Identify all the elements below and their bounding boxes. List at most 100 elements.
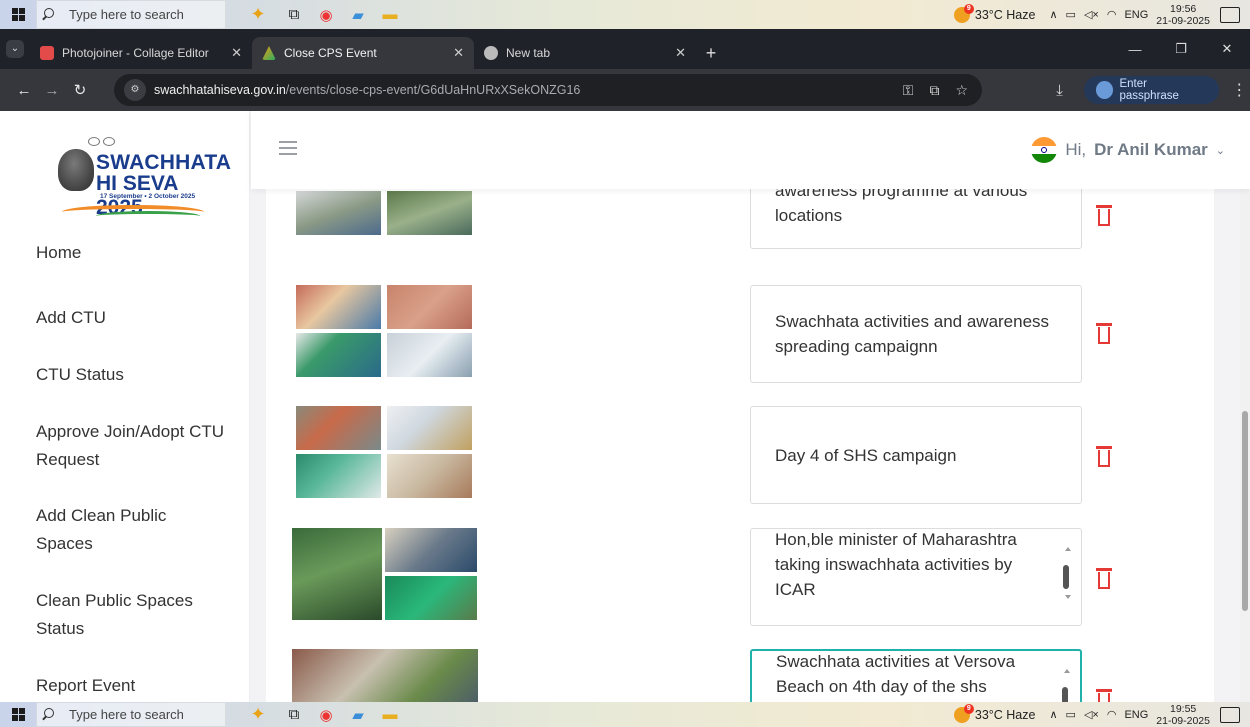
chevron-down-icon: ⌄ [6, 40, 24, 58]
textbox-scrollbar[interactable] [1062, 669, 1072, 702]
photos-taskbar-icon[interactable]: ▰ [342, 702, 374, 727]
language-indicator[interactable]: ENG [1124, 709, 1148, 721]
site-info-icon[interactable]: ⚙ [124, 79, 146, 101]
minimize-icon[interactable]: — [1112, 42, 1158, 57]
hamburger-menu-icon[interactable] [279, 141, 297, 159]
sidebar-item-report-event[interactable]: Report Event [36, 672, 135, 700]
textbox-scrollbar[interactable] [1063, 547, 1073, 607]
system-tray[interactable]: ∧ ▭ ◁× ◠ ENG [1049, 708, 1148, 722]
event-photo-collage[interactable] [296, 285, 472, 377]
sidebar-item-ctu-status[interactable]: CTU Status [36, 361, 124, 389]
sidebar: SWACHHATA HI SEVA 2025 17 September • 2 … [0, 111, 250, 702]
wifi-icon[interactable]: ◠ [1107, 708, 1117, 721]
event-photo-collage[interactable] [292, 649, 478, 702]
windows-taskbar-bottom: Type here to search ✦ ⧉ ◉ ▰ ▬ 9 33°C Haz… [0, 702, 1250, 727]
profile-avatar-icon [1096, 81, 1114, 99]
event-description-box[interactable]: Hon,ble minister of Maharashtra taking i… [750, 528, 1082, 626]
sidebar-item-add-clean-public-spaces[interactable]: Add Clean Public Spaces [36, 502, 206, 558]
system-tray[interactable]: ∧ ▭ ◁× ◠ ENG [1049, 8, 1148, 22]
enter-passphrase-button[interactable]: Enter passphrase [1084, 76, 1219, 104]
battery-icon[interactable]: ▭ [1066, 708, 1076, 721]
event-description: Day 4 of SHS campaign [775, 445, 957, 465]
taskbar-search-placeholder: Type here to search [69, 7, 184, 22]
back-arrow-icon[interactable]: ← [10, 82, 38, 99]
speaker-muted-icon[interactable]: ◁× [1084, 8, 1099, 21]
notification-icon[interactable] [1220, 6, 1240, 23]
photos-taskbar-icon[interactable]: ▰ [342, 0, 374, 29]
chrome-favicon-icon [484, 46, 498, 60]
copilot-sparkle-icon[interactable]: ✦ [238, 704, 278, 725]
new-tab-button[interactable]: + [696, 37, 726, 69]
weather-widget[interactable]: 9 33°C Haze [953, 703, 1036, 723]
install-app-icon[interactable]: ⧉ [929, 82, 939, 99]
restore-icon[interactable]: ❐ [1158, 41, 1204, 57]
chrome-taskbar-icon[interactable]: ◉ [310, 702, 342, 727]
delete-trash-icon[interactable] [1096, 689, 1112, 702]
delete-trash-icon[interactable] [1096, 446, 1112, 468]
wifi-icon[interactable]: ◠ [1107, 8, 1117, 21]
password-key-icon[interactable]: ⚿ [903, 82, 914, 99]
tab-photojoiner[interactable]: Photojoiner - Collage Editor ✕ [30, 37, 252, 69]
user-menu[interactable]: Hi, Dr Anil Kumar ⌄ [1031, 137, 1225, 163]
close-window-icon[interactable]: ✕ [1204, 41, 1250, 57]
file-explorer-icon[interactable]: ▬ [374, 702, 406, 727]
close-icon[interactable]: ✕ [453, 45, 464, 61]
taskbar-search-box[interactable]: Type here to search [36, 0, 226, 29]
taskbar-search-box[interactable]: Type here to search [36, 702, 226, 727]
sidebar-item-add-ctu[interactable]: Add CTU [36, 304, 106, 332]
sidebar-item-approve-join-adopt[interactable]: Approve Join/Adopt CTU Request [36, 418, 226, 474]
page-scrollbar-thumb[interactable] [1242, 411, 1248, 611]
weather-sun-icon: 9 [953, 703, 974, 723]
task-view-icon[interactable]: ⧉ [278, 0, 310, 29]
taskbar-clock[interactable]: 19:55 21-09-2025 [1156, 703, 1210, 727]
event-description-box[interactable]: Swachhata activities and awareness sprea… [750, 285, 1082, 383]
task-view-icon[interactable]: ⧉ [278, 702, 310, 727]
tab-close-cps-event[interactable]: Close CPS Event ✕ [252, 37, 474, 69]
event-photo-collage[interactable] [292, 528, 478, 620]
notification-icon[interactable] [1220, 706, 1240, 723]
clock-time: 19:55 [1170, 702, 1197, 715]
delete-trash-icon[interactable] [1096, 568, 1112, 590]
windows-logo-icon [11, 8, 25, 21]
event-photo-collage[interactable] [296, 406, 472, 498]
event-description-box[interactable]: Swachhata activities at Versova Beach on… [750, 649, 1082, 702]
tab-label: Close CPS Event [284, 46, 377, 60]
close-icon[interactable]: ✕ [231, 45, 242, 61]
chevron-up-icon[interactable]: ∧ [1049, 8, 1057, 21]
weather-widget[interactable]: 9 33°C Haze [953, 3, 1035, 23]
language-indicator[interactable]: ENG [1124, 9, 1148, 21]
url-host: swachhatahiseva.gov.in [154, 83, 286, 97]
tab-new-tab[interactable]: New tab ✕ [474, 37, 696, 69]
download-icon[interactable]: ⤓ [1045, 82, 1074, 99]
chrome-taskbar-icon[interactable]: ◉ [310, 0, 342, 29]
window-controls: — ❐ ✕ [1112, 29, 1250, 69]
address-bar[interactable]: ⚙ swachhatahiseva.gov.in/events/close-cp… [114, 74, 982, 106]
event-description-box[interactable]: Day 4 of SHS campaign [750, 406, 1082, 504]
chevron-up-icon[interactable]: ∧ [1049, 708, 1057, 721]
swachhata-hi-seva-logo[interactable]: SWACHHATA HI SEVA 2025 17 September • 2 … [40, 133, 231, 223]
delete-trash-icon[interactable] [1096, 205, 1112, 227]
sidebar-item-clean-public-spaces-status[interactable]: Clean Public Spaces Status [36, 587, 226, 643]
event-description: Swachhata activities and awareness sprea… [775, 312, 1050, 356]
user-name: Dr Anil Kumar [1094, 140, 1208, 159]
battery-icon[interactable]: ▭ [1066, 8, 1076, 21]
tab-search-button[interactable]: ⌄ [0, 29, 30, 69]
more-menu-icon[interactable]: ⋮ [1229, 80, 1250, 100]
speaker-muted-icon[interactable]: ◁× [1084, 708, 1099, 721]
delete-trash-icon[interactable] [1096, 323, 1112, 345]
windows-start-button[interactable] [0, 702, 36, 727]
copilot-sparkle-icon[interactable]: ✦ [238, 4, 278, 25]
event-description: Hon,ble minister of Maharashtra taking i… [775, 530, 1017, 599]
reload-icon[interactable]: ↻ [66, 81, 94, 99]
close-icon[interactable]: ✕ [675, 45, 686, 61]
bookmark-star-icon[interactable]: ☆ [955, 82, 968, 99]
forward-arrow-icon[interactable]: → [38, 82, 66, 99]
windows-start-button[interactable] [0, 0, 36, 29]
browser-toolbar: ← → ↻ ⚙ swachhatahiseva.gov.in/events/cl… [0, 69, 1250, 111]
search-icon [41, 7, 57, 23]
weather-text: 33°C Haze [974, 707, 1036, 722]
sidebar-item-home[interactable]: Home [36, 239, 81, 267]
file-explorer-icon[interactable]: ▬ [374, 0, 406, 29]
page-scrollbar[interactable] [1240, 111, 1250, 702]
taskbar-clock[interactable]: 19:56 21-09-2025 [1156, 3, 1210, 27]
